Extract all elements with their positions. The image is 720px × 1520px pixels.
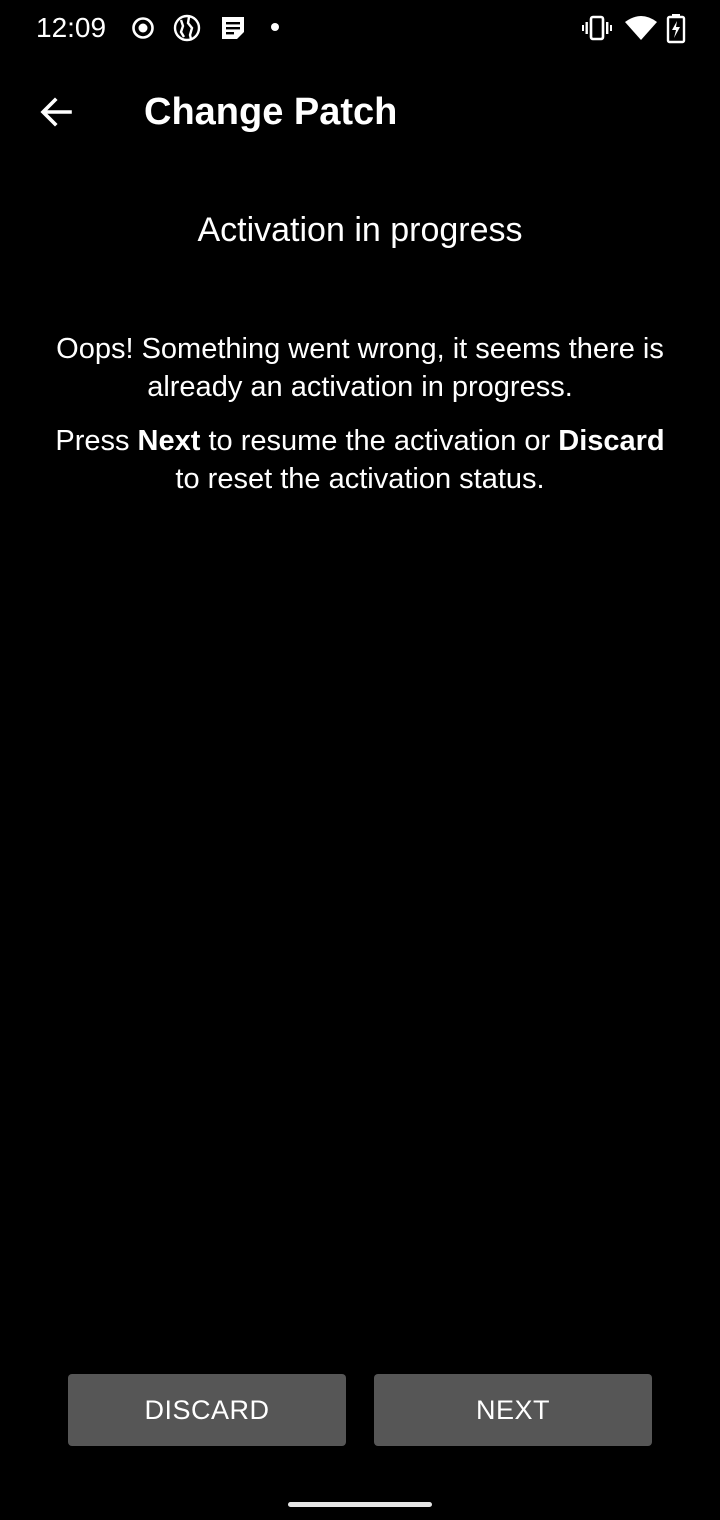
dot-icon — [271, 23, 279, 31]
vpn-globe-icon — [173, 14, 201, 42]
discard-button[interactable]: DISCARD — [68, 1374, 346, 1446]
notes-icon — [222, 17, 244, 39]
activation-heading: Activation in progress — [197, 211, 523, 249]
page-title: Change Patch — [144, 91, 398, 133]
instructions-part1: Press — [55, 425, 138, 457]
battery-charging-icon — [666, 14, 686, 44]
back-button[interactable] — [24, 80, 88, 144]
arrow-back-icon — [40, 97, 72, 127]
instructions-next-word: Next — [137, 425, 201, 457]
home-indicator[interactable] — [288, 1502, 432, 1507]
next-button[interactable]: NEXT — [374, 1374, 652, 1446]
radio-button-icon — [132, 17, 154, 39]
next-button-label: NEXT — [475, 1394, 550, 1425]
app-bar: Change Patch — [0, 56, 720, 168]
status-bar: 12:09 — [0, 0, 720, 56]
error-message: Oops! Something went wrong, it seems the… — [40, 330, 680, 406]
instructions-text: Press Next to resume the activation or D… — [40, 422, 680, 498]
vibrate-icon — [582, 15, 612, 41]
error-message-text: Oops! Something went wrong, it seems the… — [56, 333, 664, 403]
instructions-part3: to reset the activation status. — [175, 463, 545, 495]
discard-button-label: DISCARD — [144, 1394, 270, 1425]
wifi-icon — [625, 16, 657, 40]
instructions-part2: to resume the activation or — [200, 425, 559, 457]
status-time: 12:09 — [36, 12, 107, 43]
instructions-discard-word: Discard — [558, 425, 665, 457]
